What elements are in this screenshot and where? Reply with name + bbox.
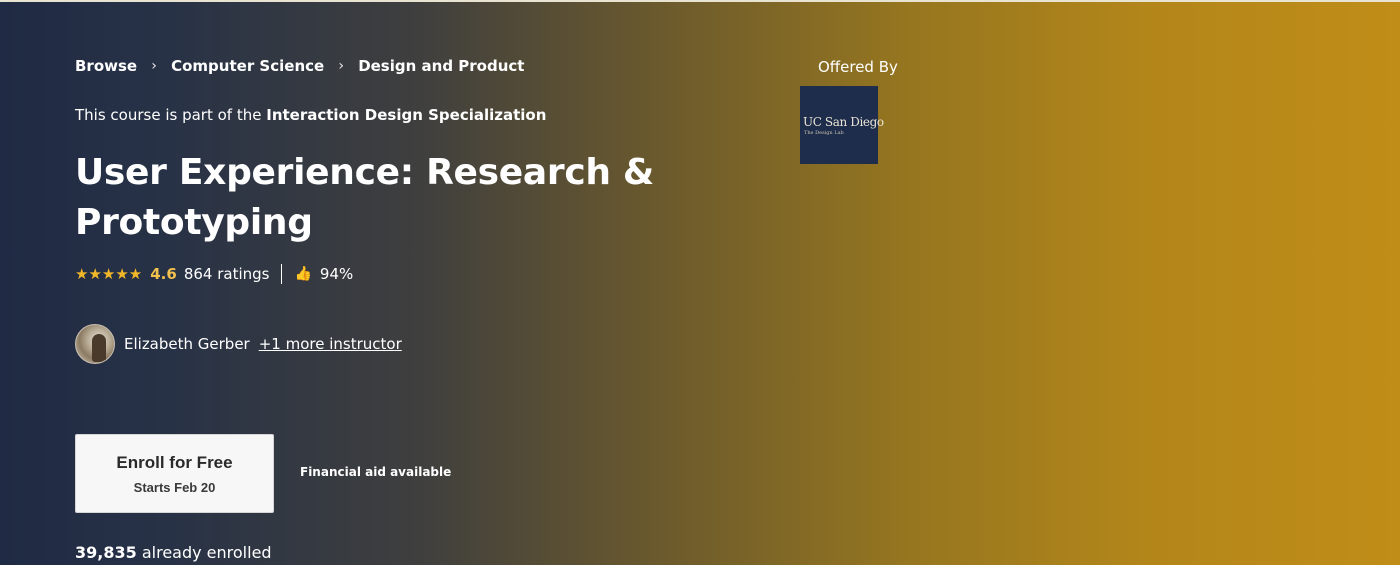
divider: [281, 264, 283, 284]
breadcrumb-design-and-product[interactable]: Design and Product: [358, 57, 524, 75]
chevron-right-icon: ›: [151, 58, 157, 74]
enroll-label: Enroll for Free: [116, 452, 233, 472]
rating-value: 4.6: [150, 265, 177, 283]
thumbs-up-icon: 👍: [294, 266, 312, 282]
breadcrumb-computer-science[interactable]: Computer Science: [171, 57, 324, 75]
enrollment-count: 39,835 already enrolled: [75, 543, 272, 562]
rating-row: ★★★★★ 4.6 864 ratings 👍 94%: [75, 264, 353, 284]
course-hero-banner: Browse › Computer Science › Design and P…: [0, 0, 1400, 565]
instructor-avatar[interactable]: [75, 324, 115, 364]
specialization-note: This course is part of the Interaction D…: [75, 106, 546, 124]
enrolled-number: 39,835: [75, 543, 137, 562]
chevron-right-icon: ›: [338, 58, 344, 74]
instructor-row: Elizabeth Gerber +1 more instructor: [75, 324, 402, 364]
top-divider: [0, 0, 1400, 2]
logo-subtitle: The Design Lab: [804, 129, 844, 136]
enrolled-suffix: already enrolled: [141, 543, 272, 562]
breadcrumb-browse[interactable]: Browse: [75, 57, 137, 75]
approval-percent: 94%: [319, 265, 354, 283]
specialization-prefix: This course is part of the: [75, 106, 262, 124]
star-rating-icon: ★★★★★: [75, 265, 143, 283]
logo-wordmark: UC San Diego: [803, 114, 884, 129]
ratings-count[interactable]: 864 ratings: [184, 265, 270, 283]
offered-by-label: Offered By: [818, 58, 898, 76]
specialization-link[interactable]: Interaction Design Specialization: [266, 106, 546, 124]
financial-aid-link[interactable]: Financial aid available: [300, 465, 451, 479]
start-date: Starts Feb 20: [133, 479, 216, 495]
course-title: User Experience: Research & Prototyping: [75, 152, 655, 243]
breadcrumb: Browse › Computer Science › Design and P…: [75, 57, 524, 75]
enroll-button[interactable]: Enroll for Free Starts Feb 20: [75, 434, 274, 513]
more-instructors-link[interactable]: +1 more instructor: [259, 335, 402, 353]
partner-logo[interactable]: UC San Diego The Design Lab: [800, 86, 884, 164]
instructor-name[interactable]: Elizabeth Gerber: [124, 335, 250, 353]
